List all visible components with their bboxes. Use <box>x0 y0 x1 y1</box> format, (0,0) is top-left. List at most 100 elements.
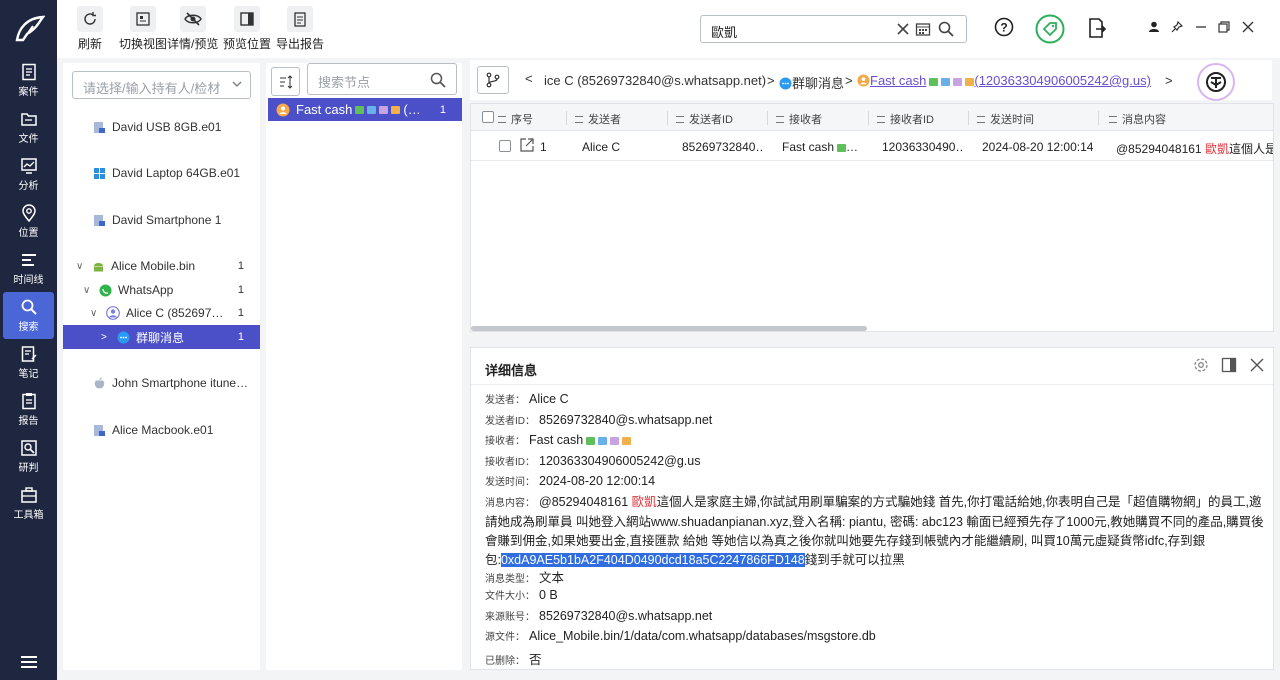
refresh-button[interactable]: 刷新 <box>77 6 103 52</box>
tree-node-alice-c[interactable]: ∨ Alice C (85269732840@s.whatsapp.net) 1 <box>63 301 260 325</box>
column-header-content[interactable]: 消息内容 <box>1109 111 1166 127</box>
tree-node-david-smartphone[interactable]: David Smartphone 1 <box>63 208 260 232</box>
tree-node-alice-mobile[interactable]: ∨ Alice Mobile.bin 1 <box>63 254 260 278</box>
horizontal-scrollbar[interactable] <box>471 326 867 331</box>
rail-item-toolbox[interactable]: 工具箱 <box>0 480 57 527</box>
table-row[interactable]: 1 Alice C 85269732840… Fast cash… 120363… <box>471 132 1273 161</box>
rail-item-analysis[interactable]: 分析 <box>0 151 57 198</box>
help-icon[interactable]: ? <box>994 17 1014 37</box>
breadcrumb-fast-cash[interactable]: Fast cash (120363304906005242@g.us) <box>857 73 1151 88</box>
search-icon[interactable] <box>430 72 446 88</box>
detail-account: 来源账号： 85269732840@s.whatsapp.net <box>485 609 713 623</box>
column-header-sender[interactable]: 发送者 <box>575 111 621 127</box>
svg-text:?: ? <box>1000 21 1007 35</box>
node-list-panel: 搜索节点 Fast cash (… 1 <box>266 63 462 670</box>
tree-node-david-laptop[interactable]: David Laptop 64GB.e01 <box>63 161 260 185</box>
chevron-right-icon: > <box>845 73 853 88</box>
rail-item-search[interactable]: 搜索 <box>3 292 54 339</box>
rail-item-judge[interactable]: 研判 <box>0 433 57 480</box>
column-header-time[interactable]: 发送时间 <box>977 111 1034 127</box>
tree-node-david-usb[interactable]: David USB 8GB.e01 <box>63 115 260 139</box>
selected-wallet-address[interactable]: 0xdA9AE5b1bA2F404D0490dcd18a5C2247866FD1… <box>500 553 805 567</box>
chevron-down-icon[interactable]: ∨ <box>83 285 93 296</box>
tree-node-count: 1 <box>237 331 244 343</box>
tag-status-icon[interactable] <box>1035 14 1065 44</box>
global-search-input[interactable]: 歐凱 <box>700 15 967 43</box>
clear-icon[interactable] <box>895 21 911 37</box>
tree-node-label: David Laptop 64GB.e01 <box>112 166 241 180</box>
detail-type: 消息类型： 文本 <box>485 571 565 585</box>
column-header-sender-id[interactable]: 发送者ID <box>676 111 733 127</box>
chevron-down-icon[interactable]: ∨ <box>90 308 100 319</box>
chat-bubble-icon <box>117 331 130 343</box>
panel-icon[interactable] <box>1221 357 1237 373</box>
restore-icon[interactable] <box>1218 21 1230 33</box>
column-header-index[interactable]: 序号 <box>498 111 533 127</box>
user-icon[interactable] <box>1148 21 1160 33</box>
analysis-icon <box>20 158 37 174</box>
select-all-checkbox[interactable] <box>482 111 494 123</box>
node-item-fast-cash[interactable]: Fast cash (… 1 <box>268 98 462 121</box>
close-icon[interactable] <box>1249 357 1265 373</box>
chevron-down-icon <box>232 81 242 87</box>
rail-item-location[interactable]: 位置 <box>0 198 57 245</box>
open-external-icon[interactable] <box>519 137 535 153</box>
rail-item-case[interactable]: 案件 <box>0 57 57 104</box>
chevron-right-icon[interactable]: > <box>1165 73 1173 88</box>
calendar-icon[interactable] <box>915 21 931 37</box>
tree-node-group-chat[interactable]: > 群聊消息 1 <box>63 325 260 349</box>
rail-item-label: 案件 <box>18 87 39 98</box>
breadcrumb-group-chat[interactable]: 群聊消息 <box>779 73 844 92</box>
money-emoji-icon <box>622 436 632 445</box>
money-emoji-icon <box>598 436 608 445</box>
chevron-left-icon[interactable]: < <box>525 71 533 86</box>
close-icon[interactable] <box>1242 21 1254 33</box>
breadcrumb-fast-cash-name: Fast cash <box>870 73 927 88</box>
switch-view-button[interactable]: 切换视图 <box>119 6 167 52</box>
menu-icon[interactable] <box>0 656 57 668</box>
holder-select[interactable]: 请选择/输入持有人/检材 <box>72 71 251 99</box>
branch-button[interactable] <box>477 66 509 94</box>
search-icon[interactable] <box>938 21 954 37</box>
left-rail: 案件文件 分析 位置 时间线 搜索 笔记 报告 研判 工具箱 <box>0 0 57 680</box>
rail-item-report[interactable]: 报告 <box>0 386 57 433</box>
settings-icon[interactable] <box>1193 357 1209 373</box>
image-file-icon <box>94 214 105 226</box>
minimize-icon[interactable] <box>1195 21 1207 33</box>
cell-index: 1 <box>540 140 547 154</box>
money-emoji-icon <box>367 105 377 114</box>
group-avatar-icon <box>276 103 290 116</box>
detail-size: 文件大小： 0 B <box>485 588 558 602</box>
sort-icon <box>279 74 292 89</box>
rail-item-note[interactable]: 笔记 <box>0 339 57 386</box>
node-search-input[interactable]: 搜索节点 <box>307 63 457 95</box>
tree-node-alice-macbook[interactable]: Alice Macbook.e01 <box>63 418 260 442</box>
sort-button[interactable] <box>271 67 300 96</box>
image-file-icon <box>94 121 105 133</box>
breadcrumb-contact[interactable]: ice C (85269732840@s.whatsapp.net) <box>544 73 766 88</box>
column-header-receiver[interactable]: 接收者 <box>776 111 822 127</box>
android-icon <box>94 262 103 271</box>
chevron-down-icon[interactable]: ∨ <box>76 261 86 272</box>
preview-position-button[interactable]: 预览位置 <box>223 6 271 52</box>
tree-node-label: 群聊消息 <box>136 330 185 345</box>
row-checkbox[interactable] <box>499 140 511 152</box>
toolbox-icon <box>20 487 37 503</box>
group-avatar-icon <box>857 74 870 87</box>
pin-icon[interactable] <box>1171 21 1183 33</box>
rail-item-folder[interactable]: 文件 <box>0 104 57 151</box>
tree-node-whatsapp[interactable]: ∨ WhatsApp 1 <box>63 278 260 302</box>
detail-preview-button[interactable]: 详情/预览 <box>167 6 218 52</box>
tree-node-john-smartphone[interactable]: John Smartphone itunebackup <box>63 371 260 395</box>
detail-content[interactable]: 消息内容： @85294048161 歐凱這個人是家庭主婦,你試試用刷單騙案的方式… <box>485 493 1267 570</box>
message-table: 序号 发送者 发送者ID 接收者 接收者ID 发送时间 消息内容 1 Alice… <box>470 103 1274 332</box>
chevron-right-icon[interactable]: > <box>101 332 111 343</box>
export-report-button[interactable]: 导出报告 <box>276 6 324 52</box>
rail-item-timeline[interactable]: 时间线 <box>0 245 57 292</box>
brand-logo-icon[interactable] <box>1197 63 1235 101</box>
detail-title: 详细信息 <box>485 363 538 378</box>
export-file-icon[interactable] <box>1087 17 1107 39</box>
detail-time: 发送时间： 2024-08-20 12:00:14 <box>485 474 656 488</box>
source-file-link[interactable]: Alice_Mobile.bin/1/data/com.whatsapp/dat… <box>529 629 876 643</box>
column-header-receiver-id[interactable]: 接收者ID <box>877 111 934 127</box>
